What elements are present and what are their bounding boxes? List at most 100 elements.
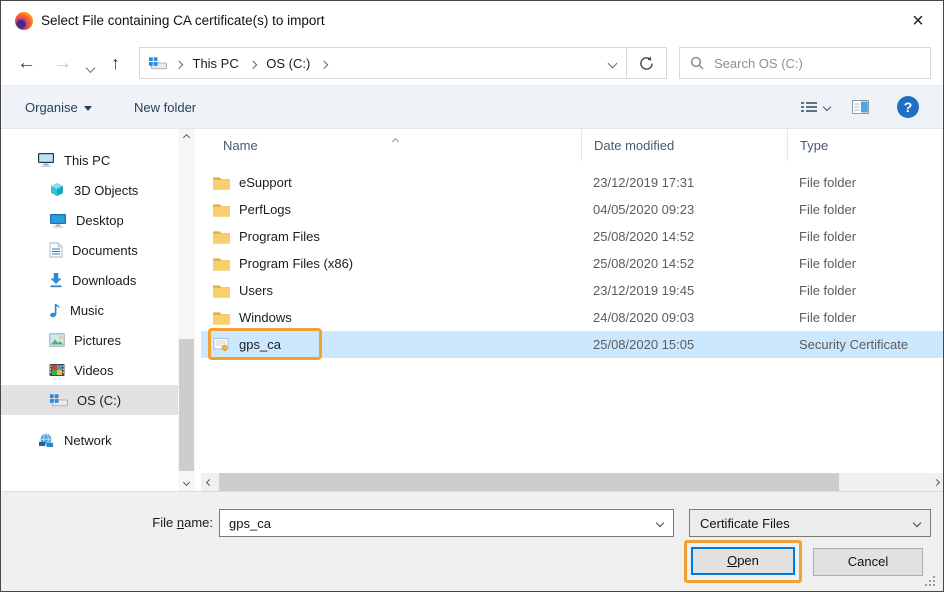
sidebar-item-music[interactable]: Music [1, 295, 178, 325]
combo-dropdown-button[interactable] [647, 520, 673, 526]
open-button[interactable]: Open [691, 547, 795, 575]
sidebar-item-desktop[interactable]: Desktop [1, 205, 178, 235]
chevron-right-icon [320, 61, 328, 69]
breadcrumb-chevron[interactable] [250, 56, 256, 71]
file-name-combobox[interactable] [219, 509, 674, 537]
file-row-users[interactable]: Users 23/12/2019 19:45 File folder [201, 277, 944, 304]
sidebar-item-label: OS (C:) [77, 393, 121, 408]
address-dropdown-button[interactable] [598, 48, 626, 78]
chevron-left-icon [206, 478, 213, 485]
combo-dropdown-button[interactable] [904, 520, 930, 526]
file-row-program-files-x86[interactable]: Program Files (x86) 25/08/2020 14:52 Fil… [201, 250, 944, 277]
sidebar-item-pictures[interactable]: Pictures [1, 325, 178, 355]
file-row-gps-ca[interactable]: gps_ca 25/08/2020 15:05 Security Certifi… [201, 331, 944, 358]
sidebar-item-label: Music [70, 303, 104, 318]
main-content: This PC 3D Objects Desktop [1, 129, 944, 491]
breadcrumb-this-pc[interactable]: This PC [191, 54, 241, 73]
file-row-perflogs[interactable]: PerfLogs 04/05/2020 09:23 File folder [201, 196, 944, 223]
folder-icon [213, 311, 230, 325]
sidebar-item-downloads[interactable]: Downloads [1, 265, 178, 295]
sidebar-item-label: This PC [64, 153, 110, 168]
file-rows: eSupport 23/12/2019 17:31 File folder Pe… [201, 169, 944, 358]
dropdown-triangle-icon [84, 106, 92, 111]
folder-icon [213, 176, 230, 190]
recent-locations-dropdown[interactable] [87, 60, 94, 75]
forward-button: → [53, 54, 72, 73]
chevron-down-icon [86, 63, 96, 73]
sidebar-item-3d-objects[interactable]: 3D Objects [1, 175, 178, 205]
close-button[interactable]: × [903, 7, 933, 35]
sidebar-item-label: Videos [74, 363, 114, 378]
resize-grip-icon[interactable] [925, 576, 927, 578]
help-button[interactable]: ? [897, 86, 919, 128]
file-row-esupport[interactable]: eSupport 23/12/2019 17:31 File folder [201, 169, 944, 196]
sidebar-item-label: Downloads [72, 273, 136, 288]
sort-ascending-icon [393, 132, 398, 147]
folder-icon [213, 203, 230, 217]
column-headers: Name Date modified Type [201, 129, 944, 161]
sidebar-item-os-c[interactable]: OS (C:) [1, 385, 178, 415]
chevron-down-icon [823, 103, 831, 111]
sidebar-item-this-pc[interactable]: This PC [1, 145, 178, 175]
chevron-down-icon [913, 519, 921, 527]
up-button[interactable]: ↑ [111, 54, 120, 72]
file-type-value: Certificate Files [690, 516, 904, 531]
new-folder-label: New folder [134, 100, 196, 115]
scroll-up-button[interactable] [178, 129, 195, 146]
organise-label: Organise [25, 100, 78, 115]
navigation-pane: This PC 3D Objects Desktop [1, 129, 178, 491]
refresh-icon [639, 56, 654, 71]
folder-icon [213, 257, 230, 271]
chevron-down-icon [183, 479, 190, 486]
file-type-combobox[interactable]: Certificate Files [689, 509, 931, 537]
search-icon [690, 56, 704, 70]
address-bar[interactable]: This PC OS (C:) [139, 47, 667, 79]
sidebar-item-documents[interactable]: Documents [1, 235, 178, 265]
chevron-right-icon [175, 61, 183, 69]
annotation-highlight-open: Open [684, 540, 802, 583]
search-box[interactable] [679, 47, 931, 79]
scroll-right-button[interactable] [928, 473, 944, 491]
new-folder-button[interactable]: New folder [134, 86, 196, 128]
file-name-label: File name: [61, 509, 213, 537]
scrollbar-thumb[interactable] [179, 339, 194, 471]
drive-icon [148, 56, 167, 70]
drive-icon [49, 393, 68, 407]
sidebar-item-label: Documents [72, 243, 138, 258]
column-header-type[interactable]: Type [787, 129, 944, 161]
search-input[interactable] [714, 56, 920, 71]
sidebar-scrollbar[interactable] [178, 129, 195, 491]
scroll-left-button[interactable] [201, 473, 218, 491]
folder-icon [213, 230, 230, 244]
videos-icon [49, 363, 65, 377]
preview-pane-icon [852, 100, 869, 114]
chevron-right-icon [249, 61, 257, 69]
change-view-button[interactable] [801, 86, 830, 128]
sidebar-item-network[interactable]: Network [1, 425, 178, 455]
chevron-right-icon [933, 478, 940, 485]
sidebar-item-label: Pictures [74, 333, 121, 348]
firefox-icon [15, 12, 33, 30]
file-name-input[interactable] [220, 516, 647, 531]
horizontal-scrollbar[interactable] [201, 473, 944, 491]
scrollbar-thumb[interactable] [219, 473, 839, 491]
cancel-button[interactable]: Cancel [813, 548, 923, 576]
organise-menu-button[interactable]: Organise [25, 86, 92, 128]
breadcrumb-chevron[interactable] [176, 56, 182, 71]
breadcrumb: This PC OS (C:) [140, 48, 598, 78]
column-header-name[interactable]: Name [201, 129, 581, 161]
sidebar-item-videos[interactable]: Videos [1, 355, 178, 385]
dialog-title: Select File containing CA certificate(s)… [41, 13, 325, 28]
column-header-date-modified[interactable]: Date modified [581, 129, 787, 161]
preview-pane-button[interactable] [852, 86, 869, 128]
folder-icon [213, 284, 230, 298]
breadcrumb-chevron[interactable] [321, 56, 327, 71]
sidebar-item-label: Desktop [76, 213, 124, 228]
file-row-program-files[interactable]: Program Files 25/08/2020 14:52 File fold… [201, 223, 944, 250]
refresh-button[interactable] [626, 48, 666, 78]
scroll-down-button[interactable] [178, 474, 195, 491]
file-row-windows[interactable]: Windows 24/08/2020 09:03 File folder [201, 304, 944, 331]
breadcrumb-os-c[interactable]: OS (C:) [264, 54, 312, 73]
network-icon [37, 433, 55, 448]
back-button[interactable]: ← [17, 54, 36, 73]
